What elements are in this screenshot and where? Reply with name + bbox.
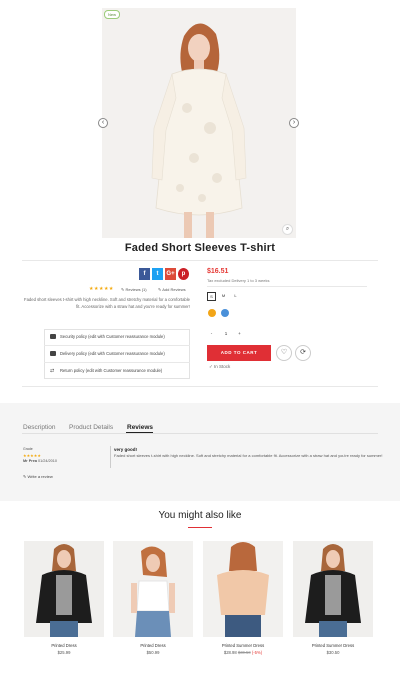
related-product-discount: (-5%) [251,650,263,655]
google-plus-share-icon[interactable]: G+ [165,268,176,280]
review-byline: Mr Prea 01/24/2010 [23,459,57,463]
product-title: Faded Short Sleeves T-shirt [124,242,276,254]
prev-image-arrow-icon[interactable]: ‹ [98,118,108,128]
related-product-image[interactable] [293,541,373,637]
security-policy: Security policy (edit with Customer reas… [50,334,165,340]
active-tab-indicator [126,432,153,433]
size-option-m[interactable]: M [219,292,228,301]
rating-stars: ★★★★★ [89,286,114,292]
security-policy-label: Security policy (edit with Customer reas… [60,334,165,339]
add-review-link[interactable]: ✎ Add Reviews [158,287,186,292]
next-image-arrow-icon[interactable]: › [289,118,299,128]
wishlist-heart-icon[interactable]: ♡ [276,345,292,361]
delivery-policy-label: Delivery policy (edit with Customer reas… [60,351,165,356]
pinterest-share-icon[interactable]: p [178,268,189,280]
reviews-count-label: Reviews (1) [125,287,147,292]
related-product-name[interactable]: Printed Dress [113,643,193,648]
review-date: 01/24/2010 [38,459,58,463]
divider [22,386,378,387]
related-product-name[interactable]: Printed Summer Dress [203,643,283,648]
review-title: very good! [114,447,138,452]
stock-status: ✓ In Stock [209,364,230,370]
qty-increase-button[interactable]: + [235,329,244,338]
reviews-count-link[interactable]: ✎ Reviews (1) [121,287,147,292]
review-stars: ★★★★★ [23,453,41,458]
divider [44,345,190,346]
return-policy-label: Return policy (edit with Customer reassu… [60,368,163,373]
qty-input[interactable]: 1 [218,329,234,338]
tab-product-details[interactable]: Product Details [69,424,113,431]
heading-underline [188,527,212,528]
return-arrows-icon: ⇄ [50,368,55,375]
related-product-price: $50.99 [146,650,160,655]
facebook-share-icon[interactable]: f [139,268,150,280]
related-product-price-old: $30.50 [237,650,251,655]
review-body: Faded short sleeves t-shirt with high ne… [114,453,383,458]
divider [22,260,378,261]
tabs-section [0,403,400,501]
compare-icon[interactable]: ⟳ [295,345,311,361]
related-product-image[interactable] [203,541,283,637]
related-product-price: $28.98 $30.50 (-5%) [203,650,283,655]
add-review-label: Add Reviews [162,287,186,292]
review-grade-label: Grade [23,447,33,451]
add-to-cart-button[interactable]: ADD TO CART [207,345,271,361]
color-swatch-orange[interactable] [208,309,216,317]
return-policy: ⇄ Return policy (edit with Customer reass… [50,368,163,375]
write-review-link[interactable]: ✎ Write a review [23,474,53,479]
new-badge: New [104,10,121,19]
qty-decrease-button[interactable]: - [207,329,216,338]
tabs-divider [22,433,378,434]
shield-icon [50,334,56,340]
related-product-price: $30.50 [326,650,340,655]
product-main-image[interactable] [102,8,296,238]
review-divider [110,446,111,468]
stock-status-label: In Stock [214,364,231,369]
related-product-price-current: $28.98 [223,650,237,655]
related-product-name[interactable]: Printed Dress [24,643,104,648]
tab-reviews[interactable]: Reviews [127,424,153,431]
delivery-policy: Delivery policy (edit with Customer reas… [50,351,165,357]
related-product-name[interactable]: Printed Summer Dress [293,643,373,648]
related-product-price: $25.99 [57,650,71,655]
tab-description[interactable]: Description [23,424,56,431]
color-swatch-blue[interactable] [221,309,229,317]
product-price: $16.51 [207,268,229,275]
twitter-share-icon[interactable]: t [152,268,163,280]
truck-icon [50,351,56,357]
size-option-l[interactable]: L [231,292,240,301]
review-author: Mr Prea [23,459,37,463]
related-product-image[interactable] [24,541,104,637]
tax-delivery-note: Tax excluded Delivery 1 to 3 weeks [207,278,270,283]
divider [44,362,190,363]
size-option-s[interactable]: S [207,292,216,301]
product-description: Faded short sleeves t-shirt with high ne… [24,297,190,309]
related-product-image[interactable] [113,541,193,637]
write-review-label: Write a review [27,474,53,479]
related-heading: You might also like [158,510,242,521]
divider [207,286,367,287]
zoom-icon[interactable]: ⌕ [282,224,293,235]
